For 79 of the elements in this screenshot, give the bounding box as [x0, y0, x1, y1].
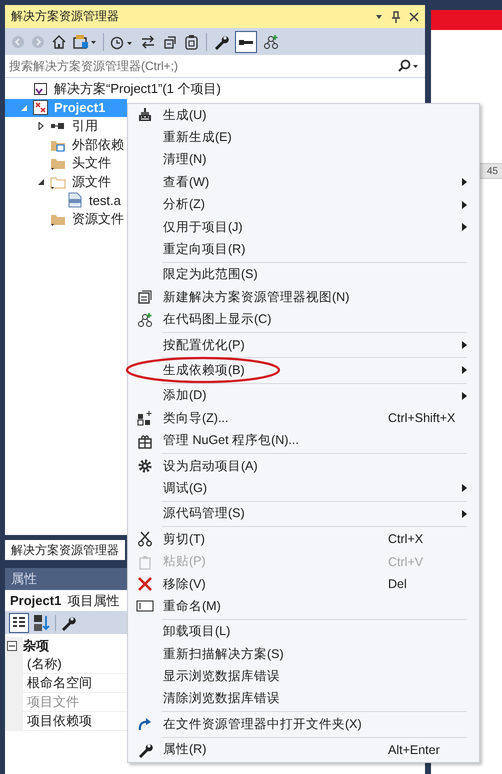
- menu-item[interactable]: 分析(Z): [128, 194, 479, 216]
- project-icon: [33, 100, 48, 116]
- property-pages-icon[interactable]: [60, 615, 76, 631]
- panel-tab[interactable]: 解决方案资源管理器: [5, 540, 125, 560]
- dropdown-icon[interactable]: [375, 12, 383, 20]
- object-type: 项目属性: [67, 592, 120, 610]
- swap-arrows-icon[interactable]: [140, 34, 156, 50]
- categorized-icon[interactable]: [9, 613, 29, 633]
- tree-item[interactable]: 解决方案“Project1”(1 个项目): [5, 80, 425, 98]
- gear-icon: [137, 458, 153, 474]
- menu-item[interactable]: 重命名(M): [128, 595, 479, 618]
- menu-item[interactable]: 调试(G): [128, 477, 479, 500]
- collapsed-arrow-icon[interactable]: [37, 122, 45, 130]
- menu-item[interactable]: 按配置优化(P): [128, 334, 479, 356]
- menu-item[interactable]: 添加(D): [128, 384, 479, 408]
- collapse-icon[interactable]: [162, 34, 178, 50]
- category-name: 杂项: [23, 637, 49, 655]
- class-wizard-icon: [137, 410, 153, 426]
- file-icon: [67, 192, 83, 208]
- diagram-icon[interactable]: [263, 34, 279, 50]
- tree-item[interactable]: test.a: [5, 191, 127, 210]
- menu-item[interactable]: 显示浏览数据库错误: [128, 665, 479, 688]
- clipboard-icon: [137, 554, 153, 570]
- home-icon[interactable]: [51, 34, 67, 50]
- menu-item[interactable]: 类向导(Z)... Ctrl+Shift+X: [128, 407, 479, 430]
- sync-icon[interactable]: [73, 34, 97, 50]
- menu-item[interactable]: 清除浏览数据库错误: [128, 688, 479, 710]
- tree-item[interactable]: 外部依赖: [5, 136, 127, 154]
- remove-icon: [137, 576, 153, 592]
- menu-item[interactable]: 清理(N): [128, 148, 479, 172]
- preview-icon[interactable]: [235, 30, 257, 52]
- menu-item[interactable]: 卸载项目(L): [128, 620, 479, 643]
- menu-item[interactable]: 管理 NuGet 程序包(N)...: [128, 429, 479, 452]
- rename-icon: [136, 600, 154, 612]
- search-field[interactable]: 搜索解决方案资源管理器(Ctrl+;): [9, 59, 397, 73]
- menu-item[interactable]: 重新生成(E): [128, 126, 479, 149]
- menu-item[interactable]: 生成依赖项(B): [128, 359, 479, 382]
- reference-icon: [50, 121, 66, 132]
- menu-item[interactable]: 源代码管理(S): [128, 502, 479, 526]
- pages-icon[interactable]: [184, 34, 200, 50]
- panel-title: 属性: [11, 570, 37, 588]
- menu-item[interactable]: 重新扫描解决方案(S): [128, 642, 479, 666]
- menu-item[interactable]: 在文件资源管理器中打开文件夹(X): [128, 713, 479, 736]
- wrench-icon: [137, 742, 153, 758]
- solution-icon: [33, 82, 48, 96]
- close-icon[interactable]: [409, 12, 419, 22]
- folder-icon: [50, 156, 66, 170]
- pin-icon[interactable]: [391, 10, 401, 22]
- search-icon[interactable]: [397, 59, 419, 73]
- menu-item[interactable]: 查看(W): [128, 171, 479, 194]
- wrench-icon[interactable]: [213, 34, 229, 50]
- column-number: 45: [486, 166, 498, 176]
- menu-item[interactable]: 新建解决方案资源管理器视图(N): [128, 286, 479, 309]
- folder-icon: [50, 174, 66, 189]
- tree-item[interactable]: 源文件: [5, 172, 127, 191]
- diagram-icon: [137, 312, 153, 328]
- sort-icon[interactable]: [33, 614, 51, 632]
- expanded-arrow-icon[interactable]: [37, 178, 45, 186]
- object-name: Project1: [10, 593, 62, 608]
- redo-arrow-icon: [137, 716, 153, 732]
- tree-item[interactable]: 头文件: [5, 154, 127, 172]
- new-view-icon: [137, 289, 153, 306]
- collapse-icon[interactable]: [7, 641, 17, 651]
- banner-bar: [431, 10, 502, 30]
- package-icon: [137, 432, 153, 449]
- build-icon: [137, 107, 153, 124]
- menu-item[interactable]: 在代码图上显示(C): [128, 308, 479, 331]
- menu-item[interactable]: 移除(V) Del: [128, 572, 479, 596]
- menu-item[interactable]: 属性(R) Alt+Enter: [128, 738, 479, 761]
- menu-item[interactable]: 重定向项目(R): [128, 238, 479, 261]
- menu-item[interactable]: 设为启动项目(A): [128, 454, 479, 478]
- tree-item[interactable]: 资源文件: [5, 210, 127, 228]
- tree-item[interactable]: 引用: [5, 117, 127, 136]
- panel-title: 解决方案资源管理器: [11, 8, 120, 25]
- menu-item[interactable]: 生成(U): [128, 104, 479, 126]
- scissors-icon: [137, 531, 153, 548]
- menu-item[interactable]: 限定为此范围(S): [128, 264, 479, 286]
- menu-item[interactable]: 剪切(T) Ctrl+X: [128, 528, 479, 550]
- menu-item[interactable]: 仅用于项目(J): [128, 216, 479, 238]
